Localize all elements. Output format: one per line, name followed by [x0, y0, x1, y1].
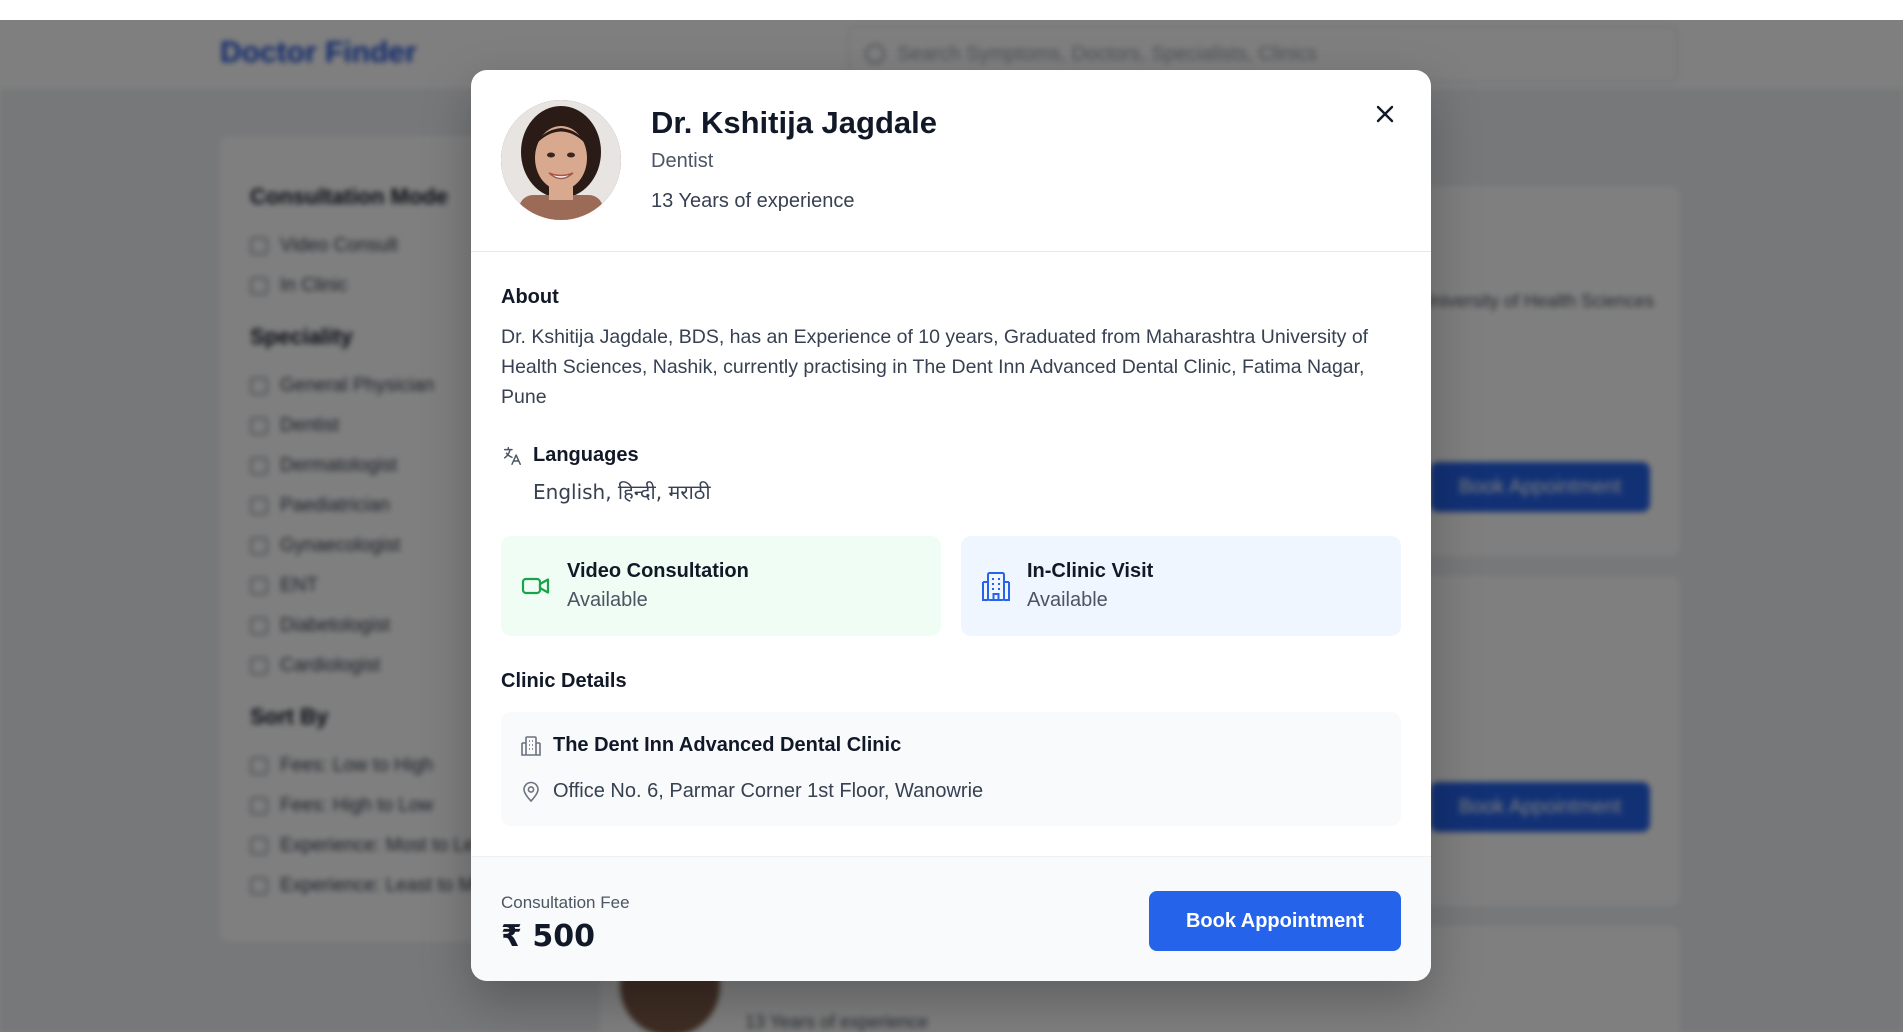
- doctor-name: Dr. Kshitija Jagdale: [651, 105, 937, 140]
- modal-header: Dr. Kshitija Jagdale Dentist 13 Years of…: [471, 70, 1431, 252]
- clinic-name: The Dent Inn Advanced Dental Clinic: [553, 734, 902, 756]
- book-appointment-button[interactable]: Book Appointment: [1149, 891, 1401, 951]
- languages-title: Languages: [533, 444, 639, 466]
- close-button[interactable]: [1369, 98, 1401, 130]
- in-clinic-visit-text: In-Clinic Visit Available: [1027, 560, 1153, 612]
- consultation-fee-label: Consultation Fee: [501, 893, 630, 912]
- video-camera-icon: [521, 577, 550, 595]
- languages-list: English, हिन्दी, मराठी: [533, 480, 711, 504]
- languages-header: Languages: [501, 444, 639, 467]
- hospital-building-icon: [982, 572, 1010, 601]
- building-icon: [521, 735, 541, 756]
- about-title: About: [501, 286, 559, 308]
- doctor-avatar: [501, 100, 621, 220]
- doctor-experience: 13 Years of experience: [651, 190, 855, 212]
- clinic-details-title: Clinic Details: [501, 670, 627, 692]
- in-clinic-visit-status: Available: [1027, 589, 1108, 611]
- doctor-specialty: Dentist: [651, 150, 714, 172]
- map-pin-icon: [523, 781, 539, 802]
- modal-footer: Consultation Fee ₹ 500 Book Appointment: [471, 856, 1431, 981]
- video-consultation-text: Video Consultation Available: [567, 560, 749, 612]
- in-clinic-visit-title: In-Clinic Visit: [1027, 560, 1154, 582]
- clinic-address: Office No. 6, Parmar Corner 1st Floor, W…: [553, 780, 984, 802]
- video-consultation-card: Video Consultation Available: [501, 536, 941, 636]
- doctor-photo: [501, 100, 621, 220]
- video-consultation-status: Available: [567, 589, 648, 611]
- about-text: Dr. Kshitija Jagdale, BDS, has an Experi…: [501, 326, 1369, 408]
- video-consultation-title: Video Consultation: [567, 560, 749, 582]
- doctor-profile-modal: Dr. Kshitija Jagdale Dentist 13 Years of…: [471, 70, 1431, 981]
- clinic-name-row: The Dent Inn Advanced Dental Clinic: [521, 734, 901, 757]
- in-clinic-visit-card: In-Clinic Visit Available: [961, 536, 1401, 636]
- close-icon: [1376, 105, 1394, 123]
- translate-icon: [503, 446, 521, 465]
- clinic-details-box: The Dent Inn Advanced Dental Clinic Offi…: [501, 712, 1401, 826]
- consultation-fee-value: ₹ 500: [501, 919, 595, 954]
- clinic-address-row: Office No. 6, Parmar Corner 1st Floor, W…: [521, 780, 983, 803]
